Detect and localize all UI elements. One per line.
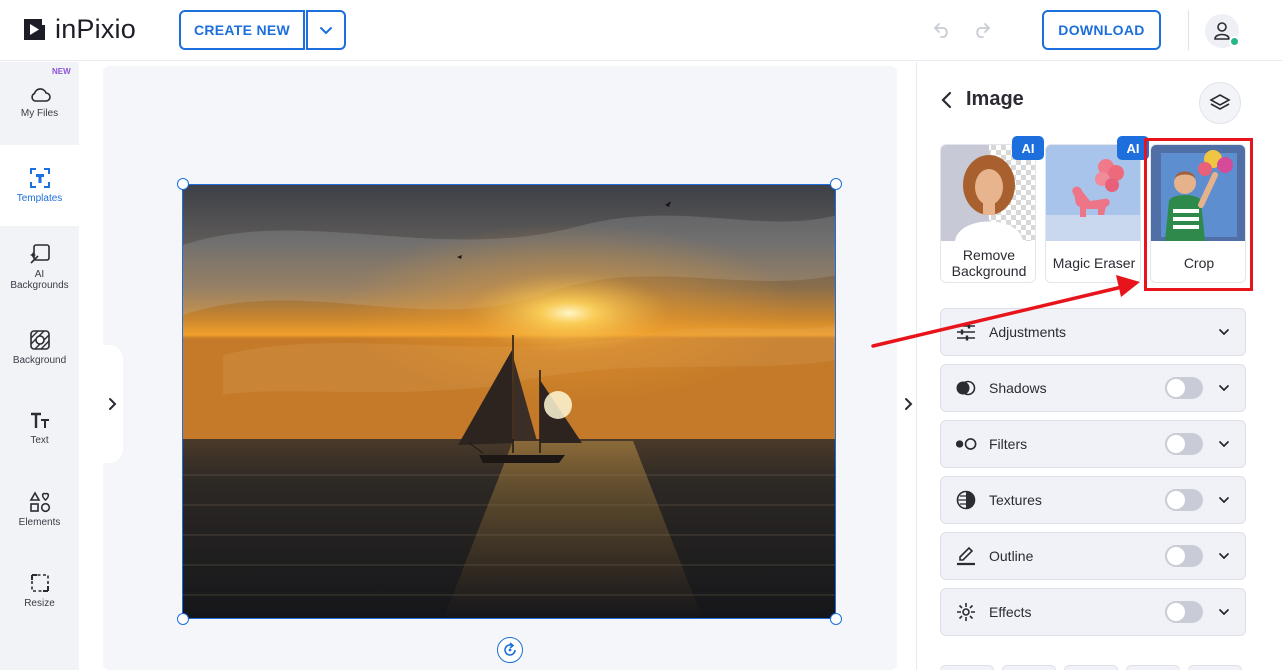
- sidebar-item-label: My Files: [20, 108, 59, 119]
- panel-header: Image: [940, 88, 1024, 111]
- outline-toggle[interactable]: [1165, 545, 1203, 567]
- ai-background-icon: [29, 243, 50, 264]
- section-label: Filters: [989, 436, 1028, 452]
- textures-section[interactable]: Textures: [940, 476, 1246, 524]
- resize-handle-top-left[interactable]: [177, 178, 189, 190]
- toolbar-divider: [1188, 10, 1189, 50]
- bottom-action-button[interactable]: [940, 665, 994, 670]
- back-arrow-icon[interactable]: [940, 91, 954, 109]
- effects-toggle[interactable]: [1165, 601, 1203, 623]
- bottom-action-button[interactable]: [1064, 665, 1118, 670]
- layers-icon: [1209, 94, 1231, 110]
- panel-title: Image: [966, 88, 1024, 110]
- textures-icon: [955, 489, 977, 511]
- resize-icon: [30, 574, 49, 592]
- sidebar-item-label: Text: [30, 435, 49, 446]
- crop-highlight-annotation: [1144, 138, 1253, 291]
- filters-icon: [955, 433, 977, 455]
- resize-handle-bottom-left[interactable]: [177, 613, 189, 625]
- background-pattern-icon: [29, 330, 50, 350]
- template-icon: [29, 168, 50, 188]
- app-name: inPixio: [55, 14, 136, 44]
- chevron-right-icon: [905, 398, 913, 410]
- shadows-section[interactable]: Shadows: [940, 364, 1246, 412]
- resize-handle-bottom-right[interactable]: [830, 613, 842, 625]
- sidebar-item-elements[interactable]: Elements: [0, 469, 79, 550]
- left-sidebar: NEW My Files Templates AI Backgrounds Ba…: [0, 62, 79, 670]
- logo-icon: [24, 19, 45, 40]
- shadows-icon: [955, 377, 977, 399]
- section-label: Textures: [989, 492, 1042, 508]
- redo-button[interactable]: [971, 18, 993, 40]
- chevron-down-icon[interactable]: [1216, 436, 1232, 452]
- cloud-icon: [30, 88, 51, 102]
- filters-toggle[interactable]: [1165, 433, 1203, 455]
- effects-section[interactable]: Effects: [940, 588, 1246, 636]
- bottom-action-button[interactable]: [1002, 665, 1056, 670]
- rotate-button[interactable]: [497, 637, 523, 663]
- undo-button[interactable]: [931, 18, 953, 40]
- new-badge: NEW: [52, 67, 71, 76]
- chevron-down-icon[interactable]: [1216, 492, 1232, 508]
- sidebar-item-label: Elements: [18, 517, 61, 528]
- resize-handle-top-right[interactable]: [830, 178, 842, 190]
- sidebar-item-label: Background: [12, 355, 67, 366]
- outline-pen-icon: [955, 545, 977, 567]
- sidebar-item-my-files[interactable]: NEW My Files: [0, 62, 79, 143]
- rotate-icon: [504, 642, 516, 656]
- bottom-action-button[interactable]: [1188, 665, 1242, 670]
- download-button[interactable]: DOWNLOAD: [1042, 10, 1161, 50]
- tool-label: Remove Background: [951, 246, 1027, 279]
- chevron-down-icon[interactable]: [1216, 380, 1232, 396]
- toggle-knob: [1167, 603, 1185, 621]
- section-label: Adjustments: [989, 324, 1067, 340]
- sidebar-item-label: Templates: [16, 193, 63, 204]
- elements-icon: [29, 491, 50, 513]
- chevron-down-icon[interactable]: [1216, 548, 1232, 564]
- online-status-dot: [1229, 36, 1240, 47]
- toggle-knob: [1167, 379, 1185, 397]
- chevron-down-icon[interactable]: [1216, 324, 1232, 340]
- bottom-action-button[interactable]: [1126, 665, 1180, 670]
- layers-button[interactable]: [1199, 82, 1241, 124]
- remove-background-tool[interactable]: Remove Background: [940, 144, 1036, 283]
- create-new-button[interactable]: CREATE NEW: [179, 10, 305, 50]
- sidebar-item-background[interactable]: Background: [0, 307, 79, 388]
- top-bar: inPixio CREATE NEW DOWNLOAD: [0, 0, 1282, 61]
- section-label: Effects: [989, 604, 1032, 620]
- outline-section[interactable]: Outline: [940, 532, 1246, 580]
- shadows-toggle[interactable]: [1165, 377, 1203, 399]
- filters-section[interactable]: Filters: [940, 420, 1246, 468]
- sailboat-sunset-image: [183, 185, 835, 618]
- toggle-knob: [1167, 547, 1185, 565]
- effects-sparkle-icon: [955, 601, 977, 623]
- adjustments-section[interactable]: Adjustments: [940, 308, 1246, 356]
- redo-icon: [976, 23, 991, 38]
- app-logo[interactable]: inPixio: [22, 14, 136, 45]
- section-label: Outline: [989, 548, 1034, 564]
- toggle-knob: [1167, 491, 1185, 509]
- sliders-icon: [955, 321, 977, 343]
- user-avatar[interactable]: [1205, 14, 1240, 48]
- textures-toggle[interactable]: [1165, 489, 1203, 511]
- collapse-sidebar-toggle[interactable]: [101, 345, 123, 463]
- canvas-photo-sailboat-sunset[interactable]: [182, 184, 836, 619]
- sidebar-item-label: Resize: [24, 598, 55, 609]
- sidebar-item-resize[interactable]: Resize: [0, 550, 79, 631]
- create-new-dropdown-button[interactable]: [306, 10, 346, 50]
- section-label: Shadows: [989, 380, 1047, 396]
- tool-label: Magic Eraser: [1052, 254, 1136, 271]
- sidebar-item-templates[interactable]: Templates: [0, 145, 79, 226]
- text-icon: [30, 412, 49, 428]
- chevron-down-icon[interactable]: [1216, 604, 1232, 620]
- chevron-down-icon: [320, 27, 332, 35]
- toggle-knob: [1167, 435, 1185, 453]
- sidebar-item-ai-backgrounds[interactable]: AI Backgrounds: [0, 226, 79, 307]
- ai-badge: AI: [1012, 136, 1044, 160]
- chevron-right-icon: [109, 398, 117, 410]
- sidebar-item-label: AI Backgrounds: [10, 268, 69, 291]
- magic-eraser-tool[interactable]: Magic Eraser: [1045, 144, 1141, 283]
- sidebar-item-text[interactable]: Text: [0, 388, 79, 469]
- undo-icon: [933, 23, 948, 38]
